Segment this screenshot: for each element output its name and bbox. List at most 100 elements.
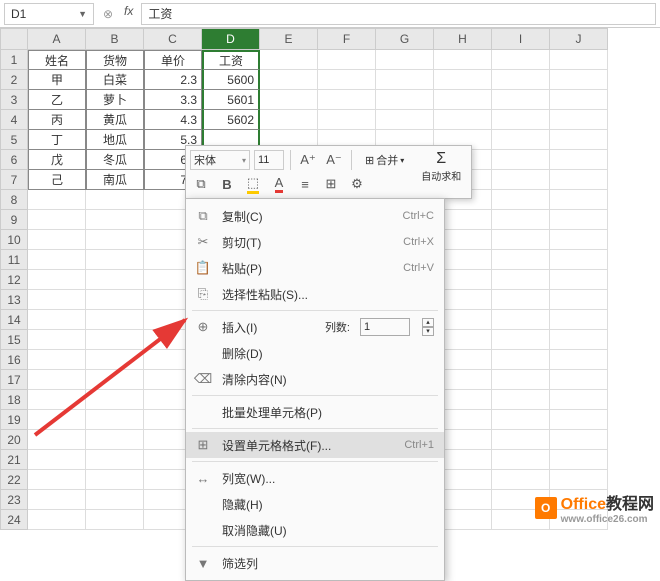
cell[interactable]: 5601 xyxy=(202,90,260,110)
cell[interactable] xyxy=(550,270,608,290)
cell[interactable] xyxy=(492,190,550,210)
cell[interactable] xyxy=(550,350,608,370)
cell[interactable] xyxy=(550,190,608,210)
cell[interactable] xyxy=(318,50,376,70)
row-header[interactable]: 17 xyxy=(0,370,28,390)
cell[interactable]: 4.3 xyxy=(144,110,202,130)
cell[interactable] xyxy=(550,110,608,130)
cell[interactable]: 黄瓜 xyxy=(86,110,144,130)
menu-paste-special[interactable]: ⎘ 选择性粘贴(S)... xyxy=(186,281,444,307)
cell[interactable]: 冬瓜 xyxy=(86,150,144,170)
cell[interactable]: 乙 xyxy=(28,90,86,110)
cell[interactable] xyxy=(28,510,86,530)
row-header[interactable]: 20 xyxy=(0,430,28,450)
col-header-a[interactable]: A xyxy=(28,28,86,50)
cell[interactable] xyxy=(550,330,608,350)
fx-icon[interactable]: fx xyxy=(120,4,137,24)
cell[interactable] xyxy=(550,290,608,310)
menu-filter[interactable]: ▼ 筛选列 xyxy=(186,550,444,576)
name-box[interactable]: D1 ▼ xyxy=(4,3,94,25)
cell[interactable] xyxy=(28,350,86,370)
cell[interactable] xyxy=(492,470,550,490)
font-size-select[interactable]: 11 xyxy=(254,150,284,170)
fill-color-icon[interactable]: ⬚ xyxy=(242,174,264,194)
cell[interactable] xyxy=(28,410,86,430)
cell[interactable] xyxy=(376,90,434,110)
col-header-h[interactable]: H xyxy=(434,28,492,50)
cell[interactable]: 姓名 xyxy=(28,50,86,70)
cancel-icon[interactable]: ⊗ xyxy=(98,4,118,24)
row-header[interactable]: 6 xyxy=(0,150,28,170)
row-header[interactable]: 15 xyxy=(0,330,28,350)
cell[interactable] xyxy=(550,390,608,410)
row-header[interactable]: 14 xyxy=(0,310,28,330)
col-header-b[interactable]: B xyxy=(86,28,144,50)
cell[interactable] xyxy=(492,250,550,270)
cell[interactable]: 5600 xyxy=(202,70,260,90)
cell[interactable] xyxy=(86,510,144,530)
row-header[interactable]: 9 xyxy=(0,210,28,230)
cell[interactable]: 货物 xyxy=(86,50,144,70)
menu-hide[interactable]: 隐藏(H) xyxy=(186,491,444,517)
select-all-corner[interactable] xyxy=(0,28,28,50)
cell[interactable] xyxy=(86,230,144,250)
cell[interactable]: 5602 xyxy=(202,110,260,130)
row-header[interactable]: 23 xyxy=(0,490,28,510)
cell[interactable] xyxy=(550,310,608,330)
cell[interactable] xyxy=(260,50,318,70)
cell[interactable] xyxy=(550,130,608,150)
cell[interactable]: 2.3 xyxy=(144,70,202,90)
cell[interactable]: 己 xyxy=(28,170,86,190)
cell[interactable] xyxy=(86,210,144,230)
cell[interactable]: 地瓜 xyxy=(86,130,144,150)
cell[interactable] xyxy=(28,370,86,390)
cell[interactable] xyxy=(86,410,144,430)
row-header[interactable]: 8 xyxy=(0,190,28,210)
cell[interactable] xyxy=(550,250,608,270)
col-header-e[interactable]: E xyxy=(260,28,318,50)
cell[interactable] xyxy=(318,70,376,90)
cell[interactable] xyxy=(550,210,608,230)
cell[interactable] xyxy=(86,490,144,510)
cell[interactable] xyxy=(86,250,144,270)
cell[interactable] xyxy=(492,210,550,230)
cell[interactable] xyxy=(376,110,434,130)
cell[interactable] xyxy=(550,170,608,190)
row-header[interactable]: 12 xyxy=(0,270,28,290)
menu-unhide[interactable]: 取消隐藏(U) xyxy=(186,517,444,543)
copy-icon[interactable]: ⧉ xyxy=(190,174,212,194)
cell[interactable] xyxy=(492,70,550,90)
menu-paste[interactable]: 📋 粘贴(P) Ctrl+V xyxy=(186,255,444,281)
cell[interactable] xyxy=(492,110,550,130)
row-header[interactable]: 19 xyxy=(0,410,28,430)
cell[interactable] xyxy=(28,290,86,310)
cell[interactable] xyxy=(550,230,608,250)
cell[interactable] xyxy=(492,130,550,150)
cell[interactable] xyxy=(28,330,86,350)
cell[interactable] xyxy=(28,210,86,230)
cell[interactable] xyxy=(28,490,86,510)
col-header-d[interactable]: D xyxy=(202,28,260,50)
cell[interactable] xyxy=(550,370,608,390)
cell[interactable]: 萝卜 xyxy=(86,90,144,110)
col-header-c[interactable]: C xyxy=(144,28,202,50)
col-header-j[interactable]: J xyxy=(550,28,608,50)
cell[interactable] xyxy=(318,110,376,130)
cell[interactable] xyxy=(86,370,144,390)
cell[interactable]: 丙 xyxy=(28,110,86,130)
cell[interactable] xyxy=(260,110,318,130)
menu-copy[interactable]: ⧉ 复制(C) Ctrl+C xyxy=(186,203,444,229)
menu-format-cells[interactable]: ⊞ 设置单元格格式(F)... Ctrl+1 xyxy=(186,432,444,458)
row-header[interactable]: 24 xyxy=(0,510,28,530)
cell[interactable] xyxy=(550,450,608,470)
format-icon[interactable]: ⚙ xyxy=(346,174,368,194)
cell[interactable] xyxy=(550,430,608,450)
cell[interactable] xyxy=(28,470,86,490)
col-header-f[interactable]: F xyxy=(318,28,376,50)
cell[interactable] xyxy=(28,190,86,210)
menu-column-width[interactable]: ↔ 列宽(W)... xyxy=(186,465,444,491)
cell[interactable]: 戊 xyxy=(28,150,86,170)
row-header[interactable]: 10 xyxy=(0,230,28,250)
cell[interactable] xyxy=(492,150,550,170)
merge-button[interactable]: ⊞ 合并▾ xyxy=(358,150,411,170)
